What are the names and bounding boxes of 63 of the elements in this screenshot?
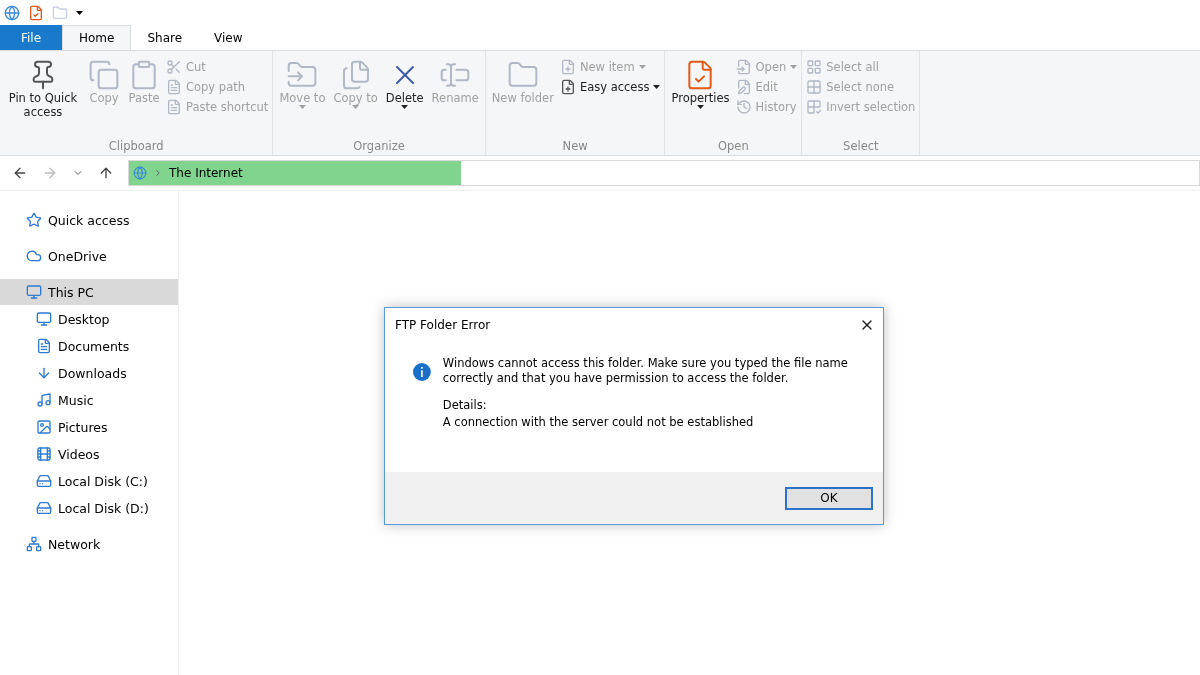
ok-button[interactable]: OK <box>785 486 873 510</box>
music-note-icon <box>36 392 52 408</box>
grid-icon <box>806 59 823 75</box>
monitor-icon <box>26 284 42 300</box>
file-input-icon <box>735 59 752 75</box>
error-message: Windows cannot access this folder. Make sure you typed the file name correctly and that you have permission to access the folder. <box>442 356 849 386</box>
film-icon <box>36 446 52 462</box>
group-label: Select <box>842 139 880 153</box>
sidebar-item[interactable]: Quick access <box>0 207 178 233</box>
sidebar-item[interactable]: Network <box>0 531 178 557</box>
ribbon-tab[interactable]: Share <box>131 25 199 50</box>
group-label: Clipboard <box>107 139 165 153</box>
group-label: New <box>561 139 589 153</box>
ribbon-tab[interactable]: Home <box>62 25 132 50</box>
chevron-right-icon <box>153 168 163 178</box>
ribbon-button[interactable]: Pin to Quick access <box>4 55 82 139</box>
sidebar-item[interactable]: Music <box>0 387 178 413</box>
address-path: The Internet <box>169 166 243 180</box>
ribbon-button[interactable]: Easy access <box>559 79 661 95</box>
group-label: Organize <box>352 139 406 153</box>
grid-icon <box>806 79 823 95</box>
file-check-icon[interactable] <box>28 4 44 21</box>
caret-icon <box>76 10 83 15</box>
globe-icon[interactable] <box>4 4 20 21</box>
up-icon[interactable] <box>98 165 114 181</box>
ribbon-button[interactable]: Properties <box>669 55 732 139</box>
document-icon <box>166 79 182 95</box>
sidebar-item[interactable]: Videos <box>0 441 178 467</box>
back-icon[interactable] <box>12 165 28 181</box>
monitor-icon <box>36 311 52 327</box>
sidebar-item[interactable]: This PC <box>0 279 178 305</box>
details-label: Details: <box>442 398 488 413</box>
scissors-icon <box>166 59 182 75</box>
sidebar-item[interactable]: Desktop <box>0 306 178 332</box>
group-label: Open <box>717 139 750 153</box>
copy-icon <box>88 59 120 91</box>
file-plus-icon <box>559 59 576 75</box>
document-icon <box>36 338 52 354</box>
file-edit-icon <box>735 79 752 95</box>
details-text: A connection with the server could not be established <box>442 415 755 430</box>
globe-icon <box>133 166 147 180</box>
sidebar-item[interactable]: Downloads <box>0 360 178 386</box>
sidebar-item[interactable]: Pictures <box>0 414 178 440</box>
ribbon-tab[interactable]: File <box>0 25 62 50</box>
address-bar[interactable]: The Internet <box>128 160 1200 186</box>
drive-icon <box>36 473 52 489</box>
ribbon-tab[interactable]: View <box>198 25 259 50</box>
file-plus-icon <box>559 79 576 95</box>
cloud-icon <box>26 248 42 264</box>
star-icon <box>26 212 42 228</box>
sidebar-item[interactable]: OneDrive <box>0 243 178 269</box>
document-icon <box>166 99 182 115</box>
sidebar-item[interactable]: Documents <box>0 333 178 359</box>
ribbon-button[interactable]: Delete <box>383 55 426 139</box>
dialog-title: FTP Folder Error <box>395 318 491 332</box>
picture-icon <box>36 419 52 435</box>
drive-icon <box>36 500 52 516</box>
history-icon <box>735 99 752 115</box>
sidebar-item[interactable]: Local Disk (C:) <box>0 468 178 494</box>
download-icon <box>36 365 52 381</box>
network-icon <box>26 536 42 552</box>
grid-check-icon <box>806 99 823 115</box>
sidebar-item[interactable]: Local Disk (D:) <box>0 495 178 521</box>
